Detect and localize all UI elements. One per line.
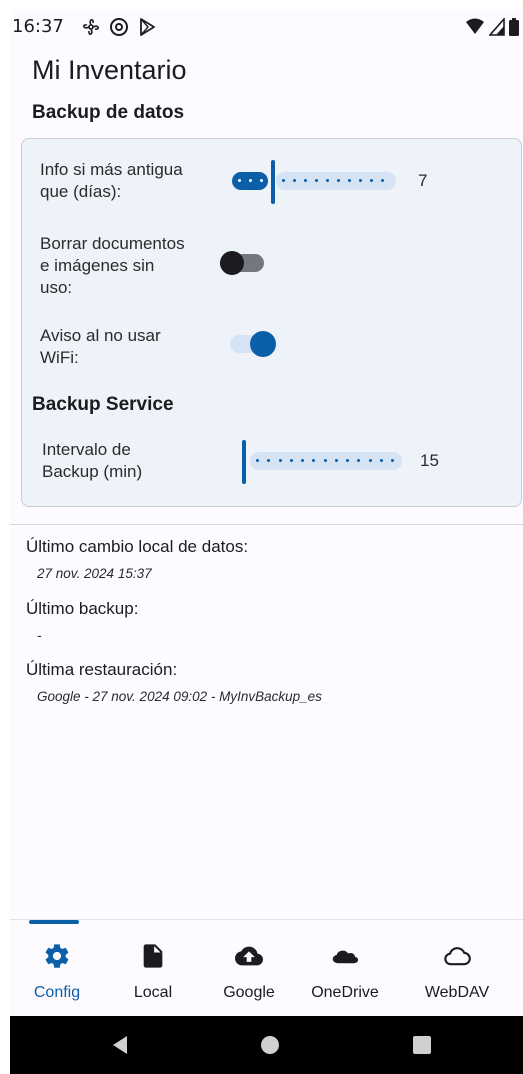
document-icon [143, 944, 163, 968]
last-restore-label: Última restauración: [26, 660, 178, 679]
wifi-warning-label-line2: WiFi: [40, 348, 79, 367]
last-restore-value: Google - 27 nov. 2024 09:02 - MyInvBacku… [37, 689, 322, 704]
nav-item-webdav[interactable]: WebDAV [407, 920, 507, 1017]
wifi-warning-switch[interactable] [230, 331, 276, 357]
delete-unused-label-line1: Borrar documentos [40, 234, 185, 253]
backup-interval-value: 15 [420, 451, 439, 470]
wifi-warning-label-line1: Aviso al no usar [40, 326, 161, 345]
delete-unused-label-line3: uso: [40, 278, 73, 297]
system-navigation-bar [10, 1016, 523, 1074]
status-time: 16:37 [12, 16, 64, 37]
cloud-outline-icon [444, 947, 471, 966]
nav-item-config[interactable]: Config [10, 920, 107, 1017]
last-local-change-label: Último cambio local de datos: [26, 537, 249, 556]
slider-thumb[interactable] [242, 440, 246, 484]
divider [10, 524, 523, 525]
backup-interval-slider[interactable] [242, 440, 402, 484]
signal-icon [489, 18, 505, 36]
slider-thumb[interactable] [271, 160, 275, 204]
info-older-value: 7 [418, 171, 428, 190]
delete-unused-label-line2: e imágenes sin [40, 256, 155, 275]
active-tab-indicator [29, 920, 79, 924]
status-bar: 16:37 [10, 10, 523, 46]
nav-item-onedrive[interactable]: OneDrive [295, 920, 395, 1017]
gear-icon [45, 944, 69, 968]
last-local-change-value: 27 nov. 2024 15:37 [37, 566, 152, 581]
recents-icon[interactable] [412, 1035, 432, 1055]
switch-thumb [250, 331, 276, 357]
info-older-label: Info si más antigua que (días): [40, 159, 183, 203]
onedrive-cloud-icon [332, 950, 359, 964]
switch-thumb [220, 251, 244, 275]
info-older-label-line1: Info si más antigua [40, 160, 183, 179]
at-sign-icon [110, 18, 128, 36]
backup-interval-label-line2: Backup (min) [42, 462, 143, 481]
nav-label-onedrive: OneDrive [311, 984, 379, 1001]
slider-tick-marks [238, 179, 384, 182]
backup-interval-label: Intervalo de Backup (min) [42, 439, 142, 483]
nav-item-local[interactable]: Local [103, 920, 203, 1017]
nav-label-google: Google [223, 984, 275, 1001]
wifi-icon [466, 18, 484, 34]
cloud-upload-icon [235, 946, 263, 966]
last-backup-label: Último backup: [26, 599, 139, 618]
page-subtitle: Backup de datos [32, 102, 185, 123]
backup-service-title: Backup Service [32, 394, 174, 415]
back-icon[interactable] [110, 1035, 130, 1055]
battery-icon [509, 18, 519, 36]
status-indicators [465, 18, 519, 36]
delete-unused-label: Borrar documentos e imágenes sin uso: [40, 233, 185, 299]
last-backup-value: - [37, 628, 42, 643]
backup-interval-label-line1: Intervalo de [42, 440, 131, 459]
info-older-label-line2: que (días): [40, 182, 122, 201]
fan-icon [83, 19, 99, 35]
nav-label-config: Config [33, 984, 81, 1001]
backup-settings-card: Info si más antigua que (días): 7 Borrar… [21, 138, 522, 507]
delete-unused-switch[interactable] [220, 251, 264, 275]
nav-label-local: Local [133, 984, 173, 1001]
play-store-icon [140, 18, 155, 36]
app-screen: 16:37 Mi Inventario Backup de datos Info… [10, 10, 523, 1074]
app-title: Mi Inventario [32, 55, 187, 85]
nav-item-google[interactable]: Google [199, 920, 299, 1017]
wifi-warning-label: Aviso al no usar WiFi: [40, 325, 161, 369]
slider-tick-marks [256, 459, 394, 462]
nav-label-webdav: WebDAV [424, 984, 490, 1001]
info-older-slider[interactable] [232, 160, 396, 204]
home-icon[interactable] [260, 1035, 280, 1055]
bottom-navigation: Config Local Google OneDrive WebDAV [10, 919, 523, 1016]
